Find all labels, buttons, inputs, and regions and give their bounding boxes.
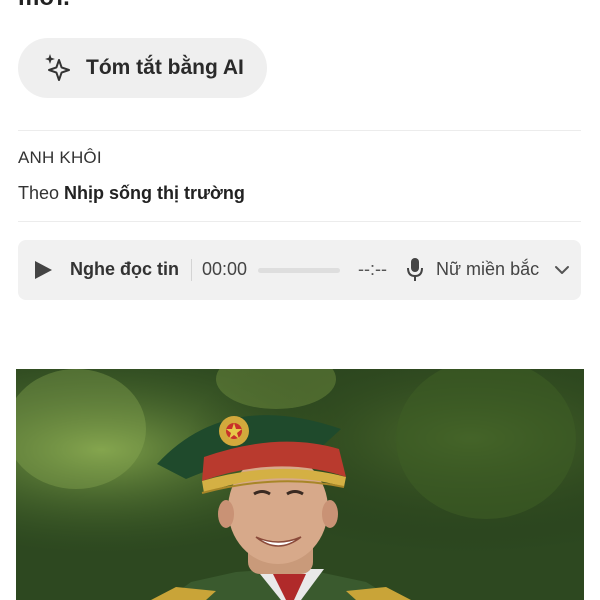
source-line: Theo Nhịp sống thị trường <box>18 183 245 204</box>
ai-summary-label: Tóm tắt bằng AI <box>86 56 244 79</box>
source-name[interactable]: Nhịp sống thị trường <box>64 183 245 203</box>
divider <box>18 130 581 131</box>
microphone-icon[interactable] <box>406 257 424 283</box>
ai-summary-button[interactable]: Tóm tắt bằng AI <box>18 38 267 98</box>
article-photo <box>16 369 584 600</box>
duration: --:-- <box>358 259 387 279</box>
article-page: mới. Tóm tắt bằng AI ANH KHÔI Theo Nhịp … <box>0 0 600 600</box>
audio-player: Nghe đọc tin 00:00 --:-- Nữ miền bắc <box>18 240 581 300</box>
voice-select[interactable]: Nữ miền bắc <box>436 259 539 280</box>
divider <box>18 221 581 222</box>
current-time: 00:00 <box>202 259 248 279</box>
chevron-down-icon[interactable] <box>554 262 570 278</box>
source-prefix: Theo <box>18 183 65 203</box>
player-separator <box>191 259 192 281</box>
headline-tail: mới. <box>18 0 70 12</box>
sparkle-icon <box>45 54 70 81</box>
play-icon[interactable] <box>35 261 52 279</box>
listen-label: Nghe đọc tin <box>70 259 179 279</box>
article-photo-illustration <box>16 369 584 600</box>
progress-track[interactable] <box>258 268 340 273</box>
author-name: ANH KHÔI <box>18 148 102 167</box>
